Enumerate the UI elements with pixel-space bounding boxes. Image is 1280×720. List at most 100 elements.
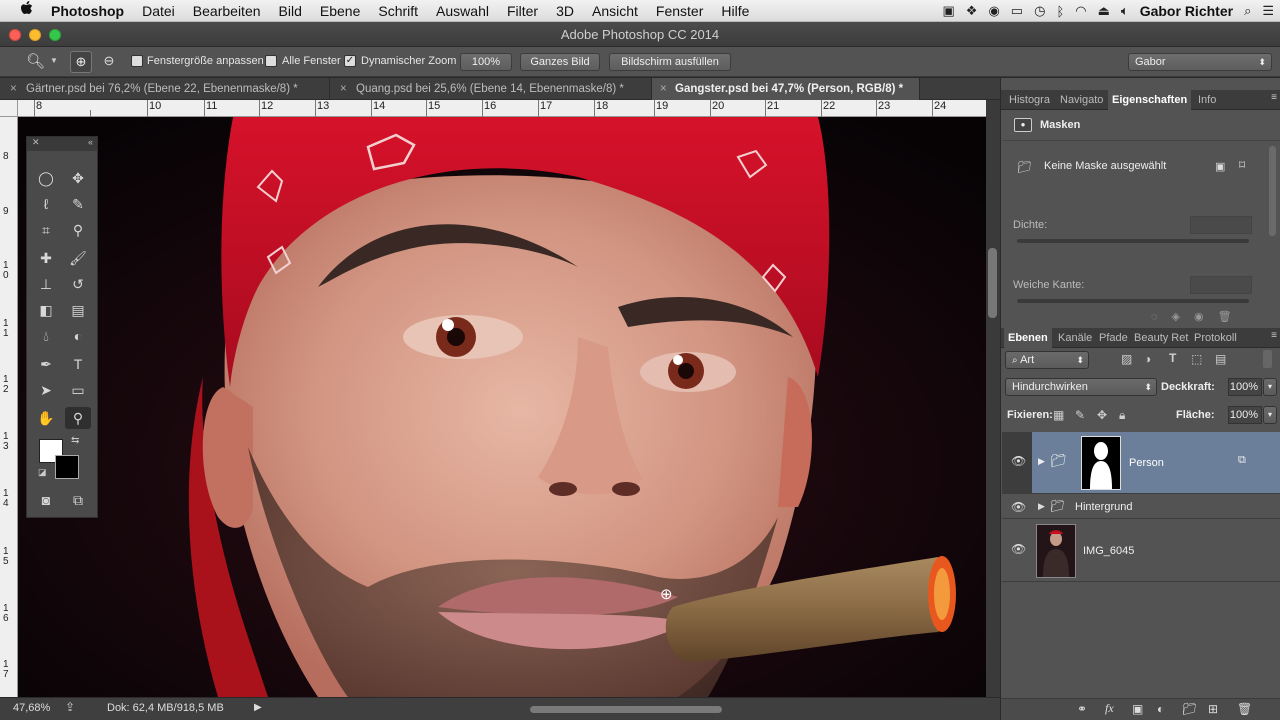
eraser-tool-icon[interactable]: ◧: [33, 299, 59, 321]
props-scrollbar[interactable]: [1269, 146, 1276, 236]
tools-panel-header[interactable]: ✕ «: [27, 137, 97, 151]
evernote-icon[interactable]: ◉: [988, 3, 999, 19]
fit-screen-button[interactable]: Ganzes Bild: [520, 53, 600, 71]
menu-fenster[interactable]: Fenster: [647, 3, 712, 19]
tab-paths[interactable]: Pfade: [1099, 328, 1128, 348]
add-mask-icon[interactable]: ▣: [1132, 702, 1143, 716]
link-layers-icon[interactable]: ⚭: [1077, 702, 1087, 716]
expand-arrow-icon[interactable]: ▶: [1038, 456, 1045, 467]
volume-icon[interactable]: 🔈︎: [1121, 3, 1129, 19]
wifi-icon[interactable]: ◠: [1075, 3, 1086, 19]
feather-field[interactable]: [1190, 276, 1252, 294]
feather-slider[interactable]: [1017, 299, 1249, 303]
menu-bild[interactable]: Bild: [270, 3, 311, 19]
fill-field[interactable]: 100%: [1228, 406, 1262, 424]
menu-filter[interactable]: Filter: [498, 3, 547, 19]
rectangle-tool-icon[interactable]: ▭: [65, 379, 91, 401]
swap-colors-icon[interactable]: ⇆: [71, 435, 79, 446]
new-layer-icon[interactable]: ⊞: [1208, 702, 1218, 716]
density-field[interactable]: [1190, 216, 1252, 234]
vertical-scrollbar[interactable]: [986, 100, 1000, 697]
filter-smart-object-icon[interactable]: ▤: [1215, 352, 1226, 366]
fill-dropdown[interactable]: ▾: [1263, 406, 1277, 424]
tab-channels[interactable]: Kanäle: [1058, 328, 1092, 348]
zoom-tool-preset-icon[interactable]: 🔍︎: [26, 52, 45, 70]
move-tool-icon[interactable]: ✥: [65, 167, 91, 189]
eject-icon[interactable]: ⏏: [1098, 3, 1110, 19]
close-icon[interactable]: ×: [10, 78, 17, 100]
screen-icon[interactable]: ▣: [943, 3, 955, 19]
layer-name[interactable]: IMG_6045: [1083, 545, 1134, 557]
expand-arrow-icon[interactable]: ▶: [1038, 501, 1045, 512]
new-adjustment-layer-icon[interactable]: ◐: [1157, 702, 1164, 716]
menu-bearbeiten[interactable]: Bearbeiten: [184, 3, 270, 19]
fill-screen-button[interactable]: Bildschirm ausfüllen: [609, 53, 731, 71]
lock-pixels-icon[interactable]: ✎: [1075, 408, 1085, 422]
bluetooth-icon[interactable]: ᛒ: [1056, 4, 1064, 19]
notification-list-icon[interactable]: ☰: [1262, 3, 1274, 19]
horizontal-scroll-thumb[interactable]: [530, 706, 722, 713]
zoom-level[interactable]: 47,68%: [13, 702, 50, 714]
new-group-icon[interactable]: 📁︎: [1182, 702, 1197, 716]
delete-layer-icon[interactable]: 🗑︎: [1237, 702, 1252, 716]
filter-pixel-icon[interactable]: ▨: [1121, 352, 1132, 366]
close-window-button[interactable]: [9, 29, 21, 41]
hand-tool-icon[interactable]: ✋: [33, 407, 59, 429]
zoom-100-button[interactable]: 100%: [460, 53, 512, 71]
tab-layers[interactable]: Ebenen: [1004, 328, 1052, 348]
airplay-icon[interactable]: ▭: [1011, 3, 1023, 19]
eyedropper-tool-icon[interactable]: ⚲: [65, 219, 91, 241]
tab-navigator[interactable]: Navigato: [1060, 90, 1103, 110]
menu-schrift[interactable]: Schrift: [369, 3, 427, 19]
tab-gaertner[interactable]: × Gärtner.psd bei 76,2% (Ebene 22, Ebene…: [0, 78, 330, 100]
pen-tool-icon[interactable]: ✒: [33, 353, 59, 375]
dynamic-zoom-checkbox[interactable]: ✓: [344, 55, 356, 67]
quick-mask-icon[interactable]: ◙: [33, 489, 59, 511]
menu-auswahl[interactable]: Auswahl: [427, 3, 498, 19]
screen-mode-icon[interactable]: ⧉: [65, 489, 91, 511]
disable-mask-icon[interactable]: ◉: [1194, 311, 1218, 323]
crop-tool-icon[interactable]: ⌗: [33, 219, 59, 241]
layer-row-img6045[interactable]: 👁︎ IMG_6045: [1002, 520, 1280, 582]
menu-ebene[interactable]: Ebene: [311, 3, 369, 19]
lock-transparency-icon[interactable]: ▦: [1053, 408, 1064, 422]
tab-history[interactable]: Protokoll: [1194, 328, 1237, 348]
close-icon[interactable]: ×: [660, 78, 667, 100]
tab-quang[interactable]: × Quang.psd bei 25,6% (Ebene 14, Ebenenm…: [330, 78, 652, 100]
history-brush-tool-icon[interactable]: ↺: [65, 273, 91, 295]
dodge-tool-icon[interactable]: ◐: [65, 325, 91, 347]
layer-row-person[interactable]: 👁︎ ▶ 📁︎ Person ⧉: [1002, 432, 1280, 494]
quick-selection-tool-icon[interactable]: ✎: [65, 193, 91, 215]
lock-all-icon[interactable]: 🔒︎: [1119, 408, 1125, 423]
user-name[interactable]: Gabor Richter: [1140, 3, 1233, 19]
fit-window-checkbox[interactable]: [131, 55, 143, 67]
workspace-select[interactable]: Gabor ⬍: [1128, 53, 1272, 71]
clone-stamp-tool-icon[interactable]: ⊥: [33, 273, 59, 295]
zoom-in-icon[interactable]: ⊕: [70, 51, 92, 73]
menu-hilfe[interactable]: Hilfe: [712, 3, 758, 19]
tab-histogram[interactable]: Histogra: [1009, 90, 1050, 110]
opacity-field[interactable]: 100%: [1228, 378, 1262, 396]
visibility-eye-icon[interactable]: 👁︎: [1011, 500, 1026, 514]
share-icon[interactable]: ⇪: [65, 700, 75, 714]
layer-filter-select[interactable]: ⌕ Art ⬍: [1005, 351, 1089, 369]
ruler-corner[interactable]: [0, 100, 18, 117]
background-color-swatch[interactable]: [55, 455, 79, 479]
gradient-tool-icon[interactable]: ▤: [65, 299, 91, 321]
visibility-eye-icon[interactable]: 👁︎: [1011, 542, 1026, 556]
minimize-window-button[interactable]: [29, 29, 41, 41]
spotlight-search-icon[interactable]: ⌕: [1244, 3, 1251, 19]
type-tool-icon[interactable]: T: [65, 353, 91, 375]
add-pixel-mask-icon[interactable]: ▣: [1215, 160, 1225, 173]
layer-name[interactable]: Hintergrund: [1075, 501, 1132, 513]
tab-properties[interactable]: Eigenschaften: [1108, 90, 1192, 110]
lasso-tool-icon[interactable]: ℓ: [33, 193, 59, 215]
density-slider[interactable]: [1017, 239, 1249, 243]
menu-ansicht[interactable]: Ansicht: [583, 3, 647, 19]
blur-tool-icon[interactable]: 💧︎: [33, 325, 59, 347]
opacity-dropdown[interactable]: ▾: [1263, 378, 1277, 396]
layer-thumbnail[interactable]: [1036, 524, 1076, 578]
close-icon[interactable]: ×: [340, 78, 347, 100]
panel-menu-icon[interactable]: ≡: [1271, 330, 1277, 341]
layer-style-icon[interactable]: fx: [1105, 701, 1114, 716]
